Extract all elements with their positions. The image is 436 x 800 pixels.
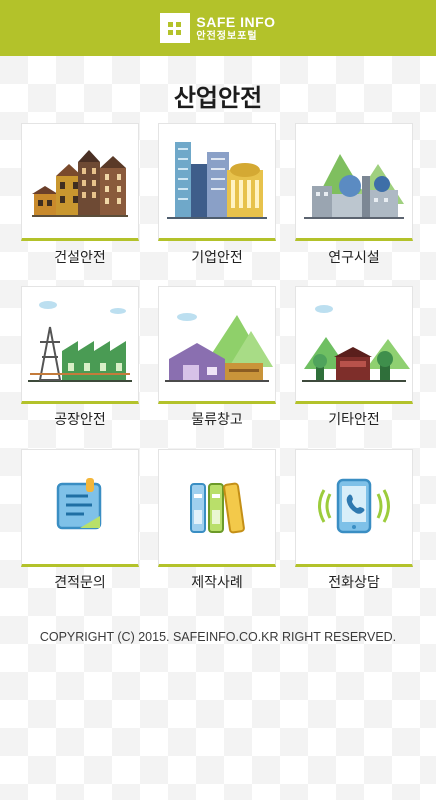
tile-logistics-warehouse[interactable] [158,286,276,404]
corporate-city-illustration [167,142,267,219]
brand-logo[interactable]: SAFE INFO 안전정보포털 [160,13,275,43]
tile-construction-safety[interactable] [21,123,139,241]
footer-copyright: COPYRIGHT (C) 2015. SAFEINFO.CO.KR RIGHT… [39,630,397,644]
brand-name-ko: 안전정보포털 [196,30,258,42]
tile-label-research: 연구시설 [328,250,380,266]
tile-label-corporate: 기업안전 [191,250,243,266]
tile-label-factory: 공장안전 [54,412,106,428]
other-safety-illustration [302,305,410,382]
tile-research-facility[interactable] [295,123,413,241]
tile-production-cases[interactable] [158,449,276,567]
app-header: SAFE INFO 안전정보포털 [0,0,436,56]
binders-icon [190,482,245,534]
tile-phone-consultation[interactable] [295,449,413,567]
phone-call-icon [318,478,390,534]
tile-corporate-safety[interactable] [158,123,276,241]
tile-label-phone: 전화상담 [328,575,380,591]
tile-label-other: 기타안전 [328,412,380,428]
tile-label-warehouse: 물류창고 [191,412,243,428]
tile-quote-inquiry[interactable] [21,449,139,567]
logo-mark-icon [160,13,191,43]
tile-label-cases: 제작사례 [191,575,243,591]
warehouse-illustration [165,313,273,382]
tile-label-quote: 견적문의 [54,575,106,591]
quote-note-icon [56,478,102,530]
tile-factory-safety[interactable] [21,286,139,404]
page-title: 산업안전 [173,84,263,112]
brand-name-en: SAFE INFO [196,13,276,30]
construction-buildings-illustration [32,150,128,217]
tile-label-construction: 건설안전 [54,250,106,266]
tile-other-safety[interactable] [295,286,413,404]
factory-illustration [28,301,132,382]
research-facility-illustration [304,154,404,219]
